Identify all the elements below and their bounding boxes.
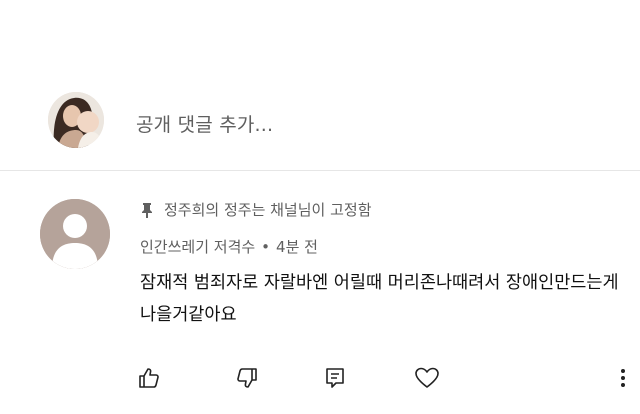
comment-timestamp[interactable]: 4분 전: [276, 236, 318, 257]
dislike-button[interactable]: [230, 361, 264, 395]
pinned-indicator: 정주희의 정주는 채널님이 고정함: [140, 199, 372, 220]
pinned-label: 정주희의 정주는 채널님이 고정함: [164, 201, 372, 219]
meta-separator: •: [261, 237, 271, 256]
heart-icon: [415, 367, 439, 388]
more-options-button[interactable]: [606, 361, 640, 395]
reply-icon: [326, 368, 344, 388]
thumbs-up-icon: [139, 368, 159, 388]
user-profile-photo: [48, 92, 104, 148]
comment-text: 잠재적 범죄자로 자랄바엔 어릴때 머리존나때려서 장애인만드는게나을거같아요: [140, 273, 619, 325]
default-avatar-icon: [40, 199, 110, 269]
pin-icon: [140, 202, 154, 218]
commenter-avatar[interactable]: [40, 199, 110, 269]
comment-action-bar: [0, 361, 640, 397]
like-button[interactable]: [132, 361, 166, 395]
add-comment-input[interactable]: 공개 댓글 추가...: [136, 110, 273, 137]
thumbs-down-icon: [237, 368, 257, 388]
reply-button[interactable]: [318, 361, 352, 395]
comment-author[interactable]: 인간쓰레기 저격수: [140, 236, 255, 257]
more-vertical-icon: [621, 369, 625, 387]
user-avatar[interactable]: [48, 92, 104, 148]
add-comment-row: 공개 댓글 추가...: [0, 0, 640, 170]
heart-button[interactable]: [410, 361, 444, 395]
comment-meta: 인간쓰레기 저격수 • 4분 전: [140, 236, 318, 257]
comment-thread-item: 정주희의 정주는 채널님이 고정함 인간쓰레기 저격수 • 4분 전 잠재적 범…: [0, 171, 640, 414]
